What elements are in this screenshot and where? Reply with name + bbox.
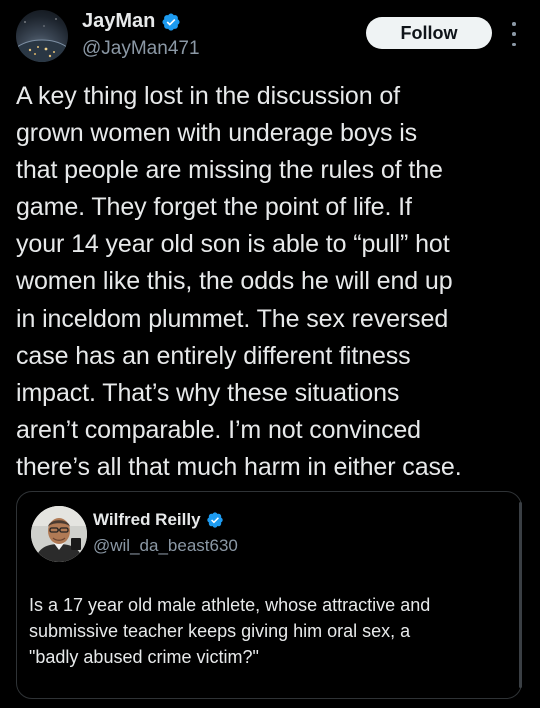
person-photo-avatar bbox=[31, 506, 87, 562]
quoted-tweet-card[interactable]: Wilfred Reilly @wil_da_beast630 Is a 17 … bbox=[16, 491, 522, 699]
verified-badge-icon bbox=[206, 512, 223, 528]
follow-button[interactable]: Follow bbox=[366, 17, 492, 49]
quoted-author-display-name[interactable]: Wilfred Reilly bbox=[93, 510, 201, 530]
earth-at-night-avatar bbox=[16, 18, 68, 62]
author-avatar[interactable] bbox=[16, 10, 68, 62]
scrollbar[interactable] bbox=[519, 502, 522, 688]
author-name-row[interactable]: JayMan bbox=[82, 10, 181, 33]
tweet-text: A key thing lost in the discussion of gr… bbox=[16, 82, 462, 481]
author-display-name[interactable]: JayMan bbox=[82, 10, 155, 33]
quoted-author-handle[interactable]: @wil_da_beast630 bbox=[93, 536, 238, 556]
author-handle[interactable]: @JayMan471 bbox=[82, 38, 200, 60]
quoted-tweet-text: Is a 17 year old male athlete, whose att… bbox=[29, 595, 431, 667]
quoted-author-name-row[interactable]: Wilfred Reilly bbox=[93, 510, 224, 530]
more-vertical-icon[interactable] bbox=[506, 22, 522, 46]
quoted-author-avatar[interactable] bbox=[31, 506, 87, 562]
verified-badge-icon bbox=[162, 12, 180, 31]
